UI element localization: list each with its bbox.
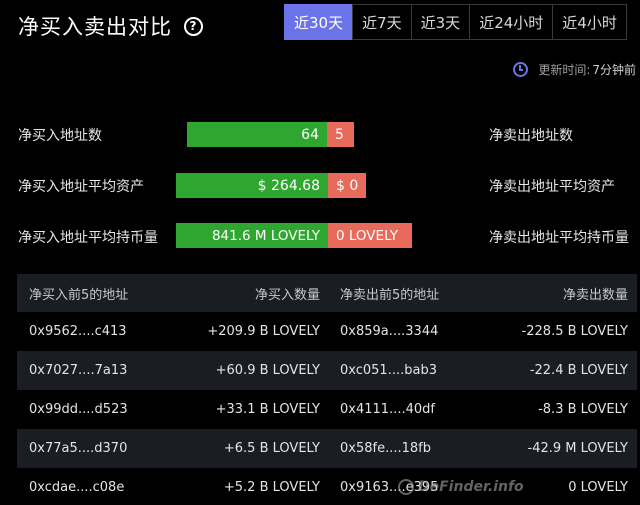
tab-3d[interactable]: 近3天 [410, 4, 471, 40]
update-time-label: 更新时间: [538, 63, 591, 77]
sell-amount: -42.9 M LOVELY [527, 441, 628, 456]
buy-avg-asset-label: 净买入地址平均资产 [18, 179, 144, 195]
buy-address-count-label: 净买入地址数 [18, 128, 102, 144]
sell-address-link[interactable]: 0x4111....40df [320, 402, 490, 417]
avg-holding-bar: 841.6 M LOVELY 0 LOVELY [176, 223, 412, 248]
header-buy-amount: 净买入数量 [254, 287, 320, 303]
buy-amount: +209.9 B LOVELY [207, 324, 320, 339]
buy-amount: +6.5 B LOVELY [223, 441, 320, 456]
sell-address-count-value: 5 [327, 122, 354, 147]
avg-asset-bar: $ 264.68 $ 0 [176, 173, 366, 198]
buy-avg-holding-value: 841.6 M LOVELY [176, 223, 328, 248]
address-count-bar: 64 5 [187, 122, 354, 147]
buy-address-link[interactable]: 0xcdae....c08e [17, 480, 186, 495]
table-row: 0x9562....c413 +209.9 B LOVELY 0x859a...… [17, 312, 637, 351]
tab-4h[interactable]: 近4小时 [552, 4, 627, 40]
watermark-text: DeFinder.info [418, 479, 524, 495]
watermark: DeFinder.info [398, 479, 524, 495]
buy-address-link[interactable]: 0x77a5....d370 [17, 441, 186, 456]
sell-address-link[interactable]: 0x58fe....18fb [320, 441, 490, 456]
header-sell-amount: 净卖出数量 [562, 287, 628, 303]
header-top-buy-address: 净买入前5的地址 [29, 287, 129, 303]
table-header: 净买入前5的地址 净买入数量 净卖出前5的地址 净卖出数量 [17, 274, 637, 312]
sell-avg-holding-label: 净卖出地址平均持币量 [489, 230, 629, 246]
buy-amount: +5.2 B LOVELY [223, 480, 320, 495]
buy-address-link[interactable]: 0x9562....c413 [17, 324, 186, 339]
time-range-tabs: 近30天 近7天 近3天 近24小时 近4小时 [284, 4, 627, 40]
buy-amount: +33.1 B LOVELY [215, 402, 320, 417]
top-addresses-table: 净买入前5的地址 净买入数量 净卖出前5的地址 净卖出数量 0x9562....… [17, 274, 637, 505]
sell-avg-asset-label: 净卖出地址平均资产 [489, 179, 615, 195]
sell-address-link[interactable]: 0x859a....3344 [320, 324, 490, 339]
tab-30d[interactable]: 近30天 [284, 4, 354, 40]
table-row: 0x7027....7a13 +60.9 B LOVELY 0xc051....… [17, 351, 637, 390]
buy-avg-holding-label: 净买入地址平均持币量 [18, 230, 158, 246]
buy-address-link[interactable]: 0x7027....7a13 [17, 363, 186, 378]
buy-avg-asset-value: $ 264.68 [176, 173, 328, 198]
sell-amount: -8.3 B LOVELY [538, 402, 628, 417]
page-title: 净买入卖出对比 ? [18, 11, 203, 41]
clock-icon [513, 62, 529, 77]
sell-avg-asset-value: $ 0 [328, 173, 366, 198]
header-top-sell-address: 净卖出前5的地址 [340, 287, 440, 303]
tab-24h[interactable]: 近24小时 [469, 4, 554, 40]
sell-address-link[interactable]: 0xc051....bab3 [320, 363, 490, 378]
page-title-text: 净买入卖出对比 [18, 15, 172, 39]
buy-address-link[interactable]: 0x99dd....d523 [17, 402, 186, 417]
sell-avg-holding-value: 0 LOVELY [328, 223, 412, 248]
question-circle-icon[interactable]: ? [184, 16, 203, 36]
definder-logo-icon [398, 479, 414, 495]
table-row: 0x77a5....d370 +6.5 B LOVELY 0x58fe....1… [17, 429, 637, 468]
buy-amount: +60.9 B LOVELY [215, 363, 320, 378]
buy-address-count-value: 64 [187, 122, 327, 147]
sell-amount: -22.4 B LOVELY [529, 363, 628, 378]
update-time: 更新时间: 7分钟前 [513, 61, 636, 78]
update-time-value: 7分钟前 [592, 63, 636, 77]
sell-address-count-label: 净卖出地址数 [489, 128, 573, 144]
table-row: 0x99dd....d523 +33.1 B LOVELY 0x4111....… [17, 390, 637, 429]
tab-7d[interactable]: 近7天 [352, 4, 412, 40]
table-row: 0xcdae....c08e +5.2 B LOVELY 0x9163....e… [17, 468, 637, 505]
sell-amount: -228.5 B LOVELY [521, 324, 628, 339]
